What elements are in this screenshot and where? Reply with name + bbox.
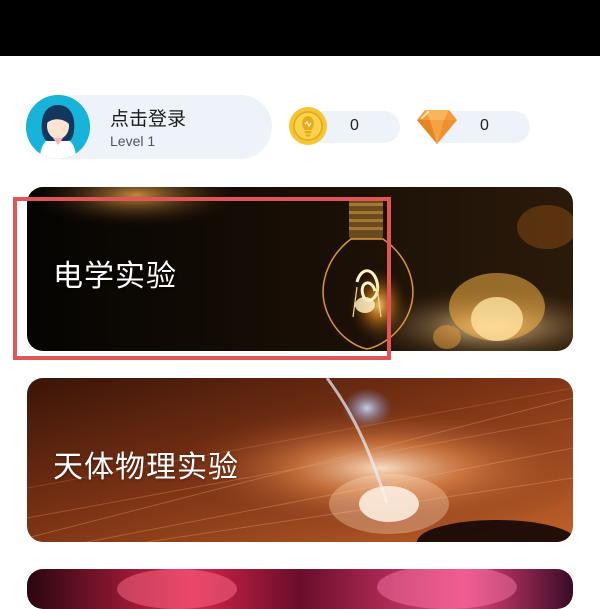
coin-icon	[289, 107, 327, 145]
login-label: 点击登录	[110, 108, 187, 130]
experiment-card-electricity[interactable]: 电学实验	[27, 187, 573, 351]
user-level: Level 1	[110, 133, 156, 149]
home-page: 点击登录 Level 1 0 0 电学实验 天体物理实验	[0, 56, 600, 609]
status-bar	[0, 0, 600, 56]
gem-count: 0	[480, 117, 489, 134]
user-avatar-icon	[26, 95, 90, 159]
diamond-icon	[417, 110, 457, 144]
avatar	[26, 95, 90, 159]
experiment-title-electricity: 电学实验	[53, 259, 177, 294]
experiment-title-astrophysics: 天体物理实验	[53, 450, 239, 485]
coin-count: 0	[350, 117, 359, 134]
experiment-card-3[interactable]	[27, 569, 573, 609]
experiment-card-astrophysics[interactable]: 天体物理实验	[27, 378, 573, 542]
login-button[interactable]: 点击登录 Level 1	[26, 95, 272, 159]
experiment-3-image	[27, 569, 573, 609]
